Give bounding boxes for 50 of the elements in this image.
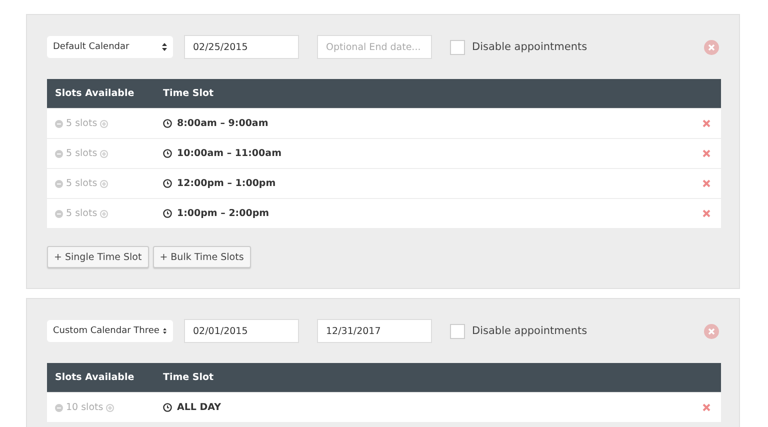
minus-circle-icon[interactable] xyxy=(55,404,63,412)
clock-icon xyxy=(163,179,172,188)
column-header: Time Slot xyxy=(163,372,214,383)
slots-count: 5 slots xyxy=(66,148,98,159)
disable-label: Disable appointments xyxy=(472,325,588,337)
minus-circle-icon[interactable] xyxy=(55,120,63,128)
end-date-field[interactable]: 12/31/2017 xyxy=(317,319,432,343)
remove-icon[interactable] xyxy=(704,40,719,54)
clock-icon xyxy=(163,209,172,218)
column-header: Time Slot xyxy=(163,88,214,99)
delete-icon[interactable] xyxy=(702,119,711,128)
minus-circle-icon[interactable] xyxy=(55,210,63,218)
plus-circle-icon[interactable] xyxy=(106,404,114,412)
start-date-field[interactable]: 02/25/2015 xyxy=(184,35,299,59)
disable-checkbox[interactable] xyxy=(450,40,465,54)
delete-icon[interactable] xyxy=(702,403,711,412)
time-slot: 8:00am – 9:00am xyxy=(177,118,268,129)
clock-icon xyxy=(163,403,172,412)
time-slot: ALL DAY xyxy=(177,402,221,413)
disable-checkbox[interactable] xyxy=(450,324,465,338)
add-slot-button[interactable]: + Single Time Slot xyxy=(47,246,149,268)
column-header: Slots Available xyxy=(54,372,136,383)
plus-circle-icon[interactable] xyxy=(100,180,108,188)
disable-label: Disable appointments xyxy=(472,41,588,53)
delete-icon[interactable] xyxy=(702,149,711,158)
add-slot-button[interactable]: + Bulk Time Slots xyxy=(152,246,251,268)
calendar-select[interactable]: Custom Calendar Three xyxy=(47,320,173,342)
clock-icon xyxy=(163,119,172,128)
start-date-field[interactable]: 02/01/2015 xyxy=(184,319,299,343)
time-slot: 1:00pm – 2:00pm xyxy=(177,208,270,219)
plus-circle-icon[interactable] xyxy=(100,120,108,128)
slots-count: 5 slots xyxy=(66,118,98,129)
delete-icon[interactable] xyxy=(702,209,711,218)
calendar-select[interactable]: Default Calendar xyxy=(47,36,173,58)
plus-circle-icon[interactable] xyxy=(100,150,108,158)
slots-count: 5 slots xyxy=(66,178,98,189)
end-date-field[interactable]: Optional End date... xyxy=(317,35,432,59)
time-slot: 12:00pm – 1:00pm xyxy=(177,178,276,189)
minus-circle-icon[interactable] xyxy=(55,180,63,188)
minus-circle-icon[interactable] xyxy=(55,150,63,158)
remove-icon[interactable] xyxy=(704,324,719,338)
sort-caret-icon xyxy=(163,327,167,335)
slots-count: 10 slots xyxy=(66,402,104,413)
plus-circle-icon[interactable] xyxy=(100,210,108,218)
delete-icon[interactable] xyxy=(702,179,711,188)
sort-caret-icon xyxy=(162,43,167,51)
time-slot: 10:00am – 11:00am xyxy=(177,148,282,159)
slots-count: 5 slots xyxy=(66,208,98,219)
clock-icon xyxy=(163,149,172,158)
column-header: Slots Available xyxy=(54,88,136,99)
